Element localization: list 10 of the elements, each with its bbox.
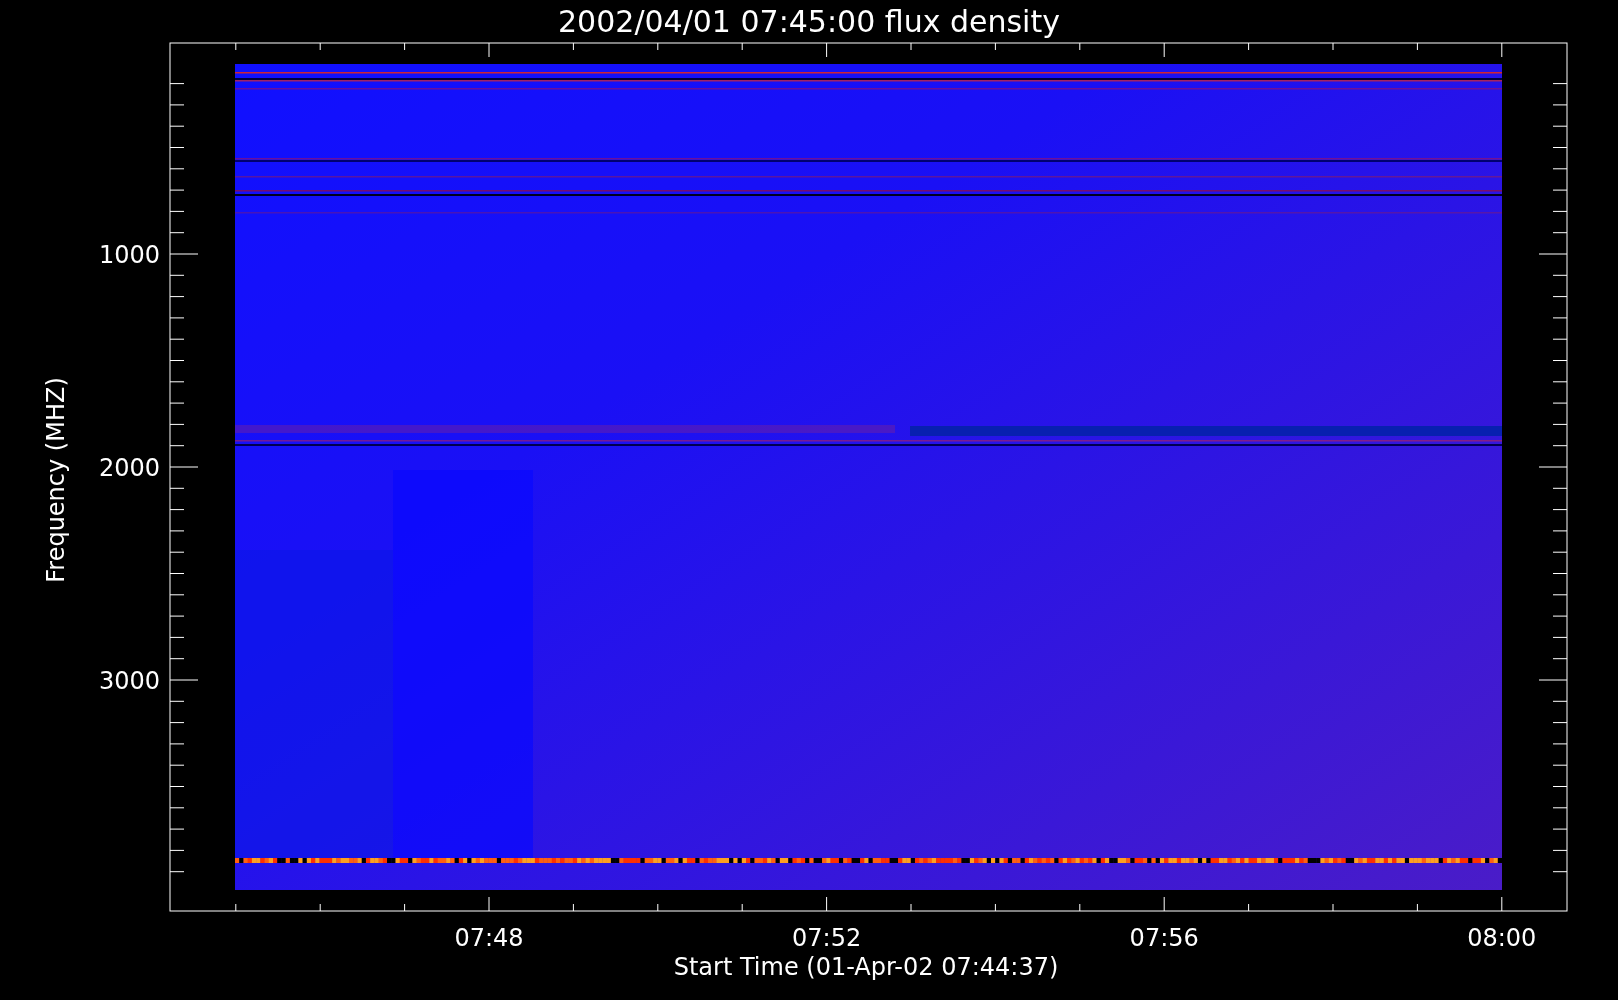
y-axis-label: Frequency (MHZ) [42, 377, 70, 583]
y-tick-label: 1000 [98, 241, 160, 269]
y-tick-label: 3000 [98, 667, 160, 695]
x-axis-label: Start Time (01-Apr-02 07:44:37) [673, 953, 1059, 981]
y-tick-label: 2000 [98, 454, 160, 482]
plot-title: 2002/04/01 07:45:00 flux density [558, 4, 1060, 39]
x-tick-label: 08:00 [1467, 924, 1537, 952]
x-tick-label: 07:48 [454, 924, 524, 952]
x-tick-label: 07:56 [1129, 924, 1199, 952]
x-tick-label: 07:52 [792, 924, 862, 952]
